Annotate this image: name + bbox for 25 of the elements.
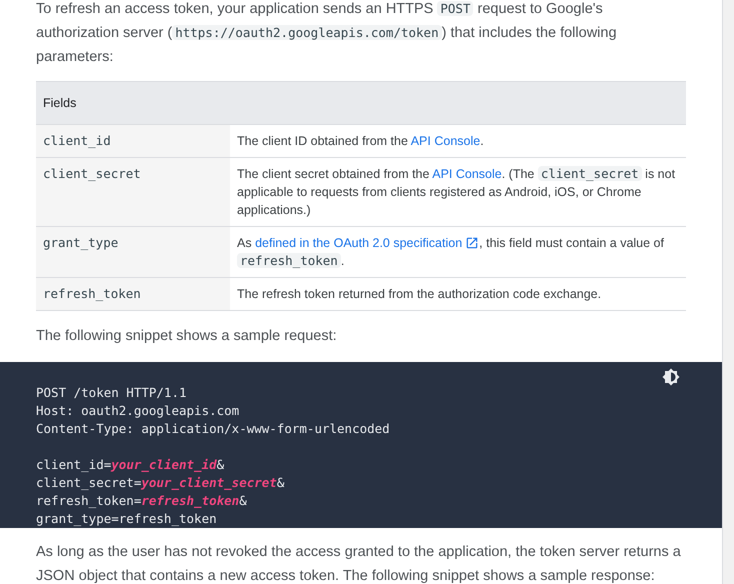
table-cell: As defined in the OAuth 2.0 specification , this field must contain a value of refresh_token . bbox=[230, 226, 686, 278]
theme-toggle-icon[interactable] bbox=[662, 368, 680, 386]
table-cell: client_id bbox=[36, 124, 230, 158]
external-link-icon bbox=[465, 236, 480, 250]
code-line: refresh_token=refresh_token& bbox=[36, 492, 248, 510]
scrollbar[interactable] bbox=[722, 0, 734, 584]
table-cell: grant_type bbox=[36, 226, 230, 278]
table-cell: refresh_token bbox=[36, 278, 230, 310]
link[interactable]: defined in the OAuth 2.0 specification bbox=[255, 234, 480, 252]
table-cell: client_secret bbox=[36, 158, 230, 226]
table-cell: The client secret obtained from the API Console. (The client_secret is not applicable to requests from clients registered as Android, iOS, or Chrome applications.) bbox=[230, 158, 686, 226]
link[interactable]: API Console bbox=[432, 167, 502, 181]
code-line: grant_type=refresh_token bbox=[36, 510, 218, 528]
code-line: Content-Type: application/x-www-form-urlencoded bbox=[36, 420, 391, 438]
code-line: Host: oauth2.googleapis.com bbox=[36, 402, 240, 420]
link[interactable]: API Console bbox=[410, 134, 480, 148]
table-cell: The client ID obtained from the API Console. bbox=[230, 124, 686, 158]
code-line: POST /token HTTP/1.1 bbox=[36, 384, 188, 402]
paragraph: The following snippet shows a sample request: bbox=[36, 327, 338, 346]
paragraph: To refresh an access token, your application sends an HTTPS POST request to Google's authorization server ( https://oauth2.googleapis.com/token ) that includes the following parameters: bbox=[36, 0, 618, 67]
table-cell: The refresh token returned from the authorization code exchange. bbox=[230, 278, 686, 310]
table-header: Fields bbox=[36, 82, 686, 124]
paragraph: As long as the user has not revoked the access granted to the application, the token server returns a JSON object that contains a new access token. The following snippet shows a sample response: bbox=[36, 543, 682, 584]
code-line: client_id=your_client_id& bbox=[36, 456, 226, 474]
code-line: client_secret=your_client_secret& bbox=[36, 474, 286, 492]
